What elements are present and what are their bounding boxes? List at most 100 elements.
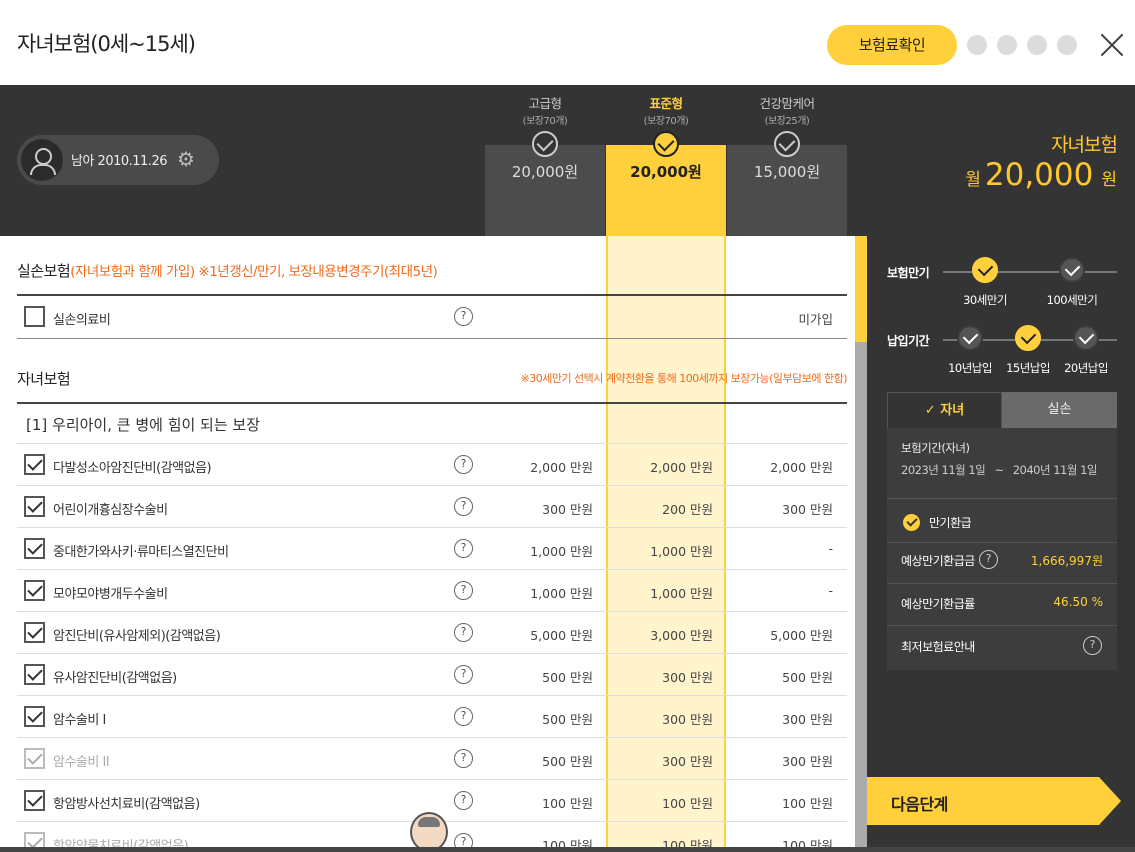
coverage-value-standard: 2,000 만원 bbox=[650, 460, 713, 475]
checkbox[interactable] bbox=[24, 748, 45, 769]
help-icon[interactable]: ? bbox=[454, 623, 473, 642]
check-icon bbox=[774, 131, 800, 157]
step-dot-1 bbox=[967, 35, 987, 55]
plan-premium[interactable]: 고급형 (보장70개) 20,000원 bbox=[485, 85, 605, 236]
expected-rate-value: 46.50 % bbox=[1053, 595, 1103, 609]
checkbox[interactable] bbox=[24, 306, 45, 327]
plan-box bbox=[727, 145, 847, 236]
step-dot-4 bbox=[1057, 35, 1077, 55]
step-dot-2 bbox=[997, 35, 1017, 55]
coverage-value-standard: 100 만원 bbox=[662, 796, 713, 811]
coverage-value-premium: 500 만원 bbox=[542, 754, 593, 769]
divider bbox=[887, 542, 1117, 543]
coverage-value-premium: 300 만원 bbox=[542, 502, 593, 517]
check-icon bbox=[532, 131, 558, 157]
coverage-value-premium: 1,000 만원 bbox=[530, 544, 593, 559]
scrollbar-thumb[interactable] bbox=[855, 236, 867, 342]
help-icon[interactable]: ? bbox=[454, 539, 473, 558]
coverage-row[interactable]: 다발성소아암진단비(감액없음)? 2,000 만원 2,000 만원 2,000 만원 bbox=[17, 444, 847, 486]
child-section-title: 자녀보험 bbox=[17, 370, 71, 388]
plan-sub: (보장70개) bbox=[643, 116, 689, 127]
maturity-30-node[interactable] bbox=[972, 257, 998, 283]
help-icon[interactable]: ? bbox=[454, 455, 473, 474]
divider bbox=[887, 498, 1117, 499]
coverage-name: 암진단비(유사암제외)(감액없음) bbox=[53, 629, 221, 644]
close-icon[interactable] bbox=[1098, 31, 1126, 59]
tab-child[interactable]: ✓ 자녀 bbox=[887, 392, 1002, 428]
help-icon[interactable]: ? bbox=[454, 497, 473, 516]
gear-icon[interactable]: ⚙ bbox=[177, 148, 199, 170]
coverage-value-premium: 500 만원 bbox=[542, 712, 593, 727]
help-icon[interactable]: ? bbox=[454, 833, 473, 848]
help-icon[interactable]: ? bbox=[454, 749, 473, 768]
coverage-value-standard: 300 만원 bbox=[662, 670, 713, 685]
payment-10-node[interactable] bbox=[957, 325, 983, 351]
checkbox[interactable] bbox=[24, 664, 45, 685]
check-icon bbox=[653, 131, 679, 157]
expected-rate-label: 예상만기환급률 bbox=[901, 597, 975, 611]
help-icon[interactable]: ? bbox=[454, 307, 473, 326]
checkbox[interactable] bbox=[24, 454, 45, 475]
tab-silson[interactable]: 실손 bbox=[1002, 392, 1117, 428]
help-icon[interactable]: ? bbox=[454, 581, 473, 600]
coverage-value-premium: 500 만원 bbox=[542, 670, 593, 685]
checkbox[interactable] bbox=[24, 622, 45, 643]
checkbox[interactable] bbox=[24, 538, 45, 559]
checkbox[interactable] bbox=[24, 832, 45, 848]
profile-pill[interactable]: 남아 2010.11.26 ⚙ bbox=[17, 135, 219, 185]
plan-box bbox=[606, 145, 726, 236]
side-panel: 보험만기 30세만기 100세만기 납입기간 10년납입 15년납입 20년납입… bbox=[867, 236, 1135, 852]
payment-15-node[interactable] bbox=[1015, 325, 1041, 351]
coverage-row[interactable]: 유사암진단비(감액없음)? 500 만원 300 만원 500 만원 bbox=[17, 654, 847, 696]
plan-sub: (보장25개) bbox=[764, 116, 810, 127]
plan-health-mom-care[interactable]: 건강맘케어 (보장25개) 15,000원 bbox=[727, 85, 847, 236]
maturity-100-node[interactable] bbox=[1059, 257, 1085, 283]
plan-box bbox=[485, 145, 605, 236]
coverage-value-standard: 200 만원 bbox=[662, 502, 713, 517]
next-step-button[interactable]: 다음단계 bbox=[867, 777, 1121, 825]
coverage-value-health: 100 만원 bbox=[782, 796, 833, 811]
coverage-value-premium: 100 만원 bbox=[542, 796, 593, 811]
coverage-row[interactable]: 암수술비 II? 500 만원 300 만원 300 만원 bbox=[17, 738, 847, 780]
help-icon[interactable]: ? bbox=[979, 550, 998, 569]
total-prefix: 월 bbox=[965, 170, 981, 190]
coverage-name: 암수술비 II bbox=[53, 755, 110, 770]
child-note: ※30세만기 선택시 계약전환을 통해 100세까지 보장가능(일부담보에 한함… bbox=[520, 372, 847, 385]
coverage-value-health: 5,000 만원 bbox=[770, 628, 833, 643]
coverage-row[interactable]: 어린이개흉심장수술비? 300 만원 200 만원 300 만원 bbox=[17, 486, 847, 528]
divider bbox=[17, 402, 847, 404]
period-dates: 2023년 11월 1일 ~ 2040년 11월 1일 bbox=[901, 462, 1098, 478]
checkbox[interactable] bbox=[24, 496, 45, 517]
coverage-name: 어린이개흉심장수술비 bbox=[53, 503, 168, 518]
checkbox[interactable] bbox=[24, 790, 45, 811]
plan-sub: (보장70개) bbox=[522, 116, 568, 127]
coverage-row[interactable]: 암수술비 I? 500 만원 300 만원 300 만원 bbox=[17, 696, 847, 738]
coverage-row[interactable]: 중대한가와사키·류마티스열진단비? 1,000 만원 1,000 만원 - bbox=[17, 528, 847, 570]
divider bbox=[17, 338, 847, 339]
help-icon[interactable]: ? bbox=[454, 707, 473, 726]
check-icon bbox=[903, 514, 920, 531]
help-icon[interactable]: ? bbox=[454, 665, 473, 684]
period-title: 보험기간(자녀) bbox=[901, 441, 970, 455]
help-icon[interactable]: ? bbox=[1083, 636, 1102, 655]
payment-20-node[interactable] bbox=[1073, 325, 1099, 351]
min-premium-label[interactable]: 최저보험료안내 bbox=[901, 638, 975, 655]
coverage-value-health: 500 만원 bbox=[782, 670, 833, 685]
avatar bbox=[21, 139, 63, 181]
period-sep: ~ bbox=[994, 463, 1004, 477]
premium-check-button[interactable]: 보험료확인 bbox=[827, 25, 957, 65]
help-icon[interactable]: ? bbox=[454, 791, 473, 810]
maturity-track bbox=[943, 271, 1117, 273]
coverage-name: 다발성소아암진단비(감액없음) bbox=[53, 461, 212, 476]
coverage-value-standard: 300 만원 bbox=[662, 754, 713, 769]
coverage-row[interactable]: 암진단비(유사암제외)(감액없음)? 5,000 만원 3,000 만원 5,000 … bbox=[17, 612, 847, 654]
total-unit: 원 bbox=[1101, 170, 1117, 190]
checkbox[interactable] bbox=[24, 706, 45, 727]
coverage-row[interactable]: 모야모야병개두수술비? 1,000 만원 1,000 만원 - bbox=[17, 570, 847, 612]
silson-row[interactable]: 실손의료비 ? 미가입 bbox=[17, 296, 847, 338]
maturity-label: 보험만기 bbox=[887, 266, 930, 280]
maturity-30-label: 30세만기 bbox=[963, 293, 1007, 307]
coverage-name: 중대한가와사키·류마티스열진단비 bbox=[53, 545, 229, 560]
checkbox[interactable] bbox=[24, 580, 45, 601]
plan-standard[interactable]: 표준형 (보장70개) 20,000원 bbox=[606, 85, 726, 236]
